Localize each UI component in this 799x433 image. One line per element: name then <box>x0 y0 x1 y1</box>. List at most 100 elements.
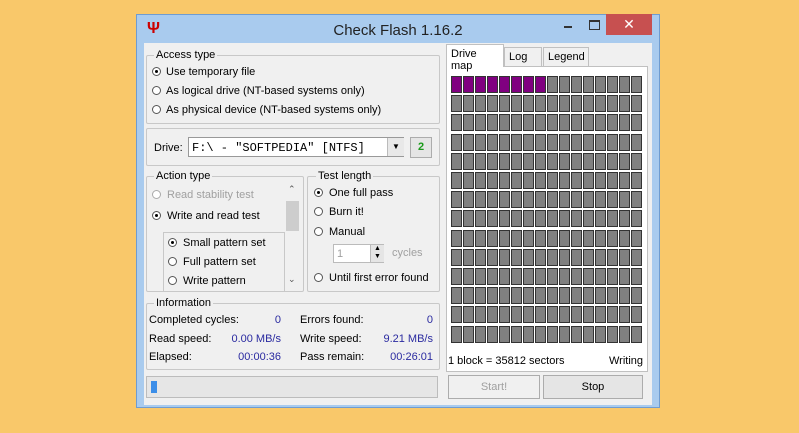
tab-log[interactable]: Log <box>504 47 542 68</box>
read-speed-value: 0.00 MB/s <box>231 333 281 345</box>
map-block <box>523 248 534 266</box>
map-block <box>451 306 462 324</box>
cycles-spinner[interactable]: 1 ▲ ▼ <box>333 244 384 263</box>
label-logical-drive[interactable]: As logical drive (NT-based systems only) <box>166 85 365 97</box>
radio-until-error[interactable] <box>314 273 323 282</box>
map-block <box>487 325 498 343</box>
map-block <box>451 95 462 113</box>
map-block <box>463 95 474 113</box>
map-block <box>463 152 474 170</box>
radio-full-pattern[interactable] <box>168 257 177 266</box>
map-block <box>607 133 618 151</box>
label-physical-device[interactable]: As physical device (NT-based systems onl… <box>166 104 381 116</box>
map-block <box>559 95 570 113</box>
map-block <box>475 114 486 132</box>
map-block <box>619 210 630 228</box>
tab-log-label: Log <box>509 51 528 63</box>
label-write-read[interactable]: Write and read test <box>167 210 260 222</box>
close-button[interactable]: ✕ <box>606 14 652 35</box>
radio-manual[interactable] <box>314 227 323 236</box>
label-until-error[interactable]: Until first error found <box>329 272 429 284</box>
map-block <box>475 268 486 285</box>
label-small-pattern[interactable]: Small pattern set <box>183 237 266 249</box>
action-type-legend: Action type <box>154 170 213 182</box>
map-block <box>607 114 618 132</box>
radio-logical-drive[interactable] <box>152 86 161 95</box>
map-block <box>451 268 462 285</box>
map-block <box>619 306 630 324</box>
label-manual[interactable]: Manual <box>329 226 365 238</box>
map-block <box>631 172 642 189</box>
radio-write-read[interactable] <box>152 211 161 220</box>
radio-small-pattern[interactable] <box>168 238 177 247</box>
radio-burn-it[interactable] <box>314 207 323 216</box>
map-block <box>451 172 462 189</box>
drive-select[interactable]: F:\ - "SOFTPEDIA" [NTFS] ▼ <box>188 137 404 157</box>
pass-remain-value: 00:26:01 <box>390 351 433 363</box>
map-block <box>535 287 546 305</box>
label-one-pass[interactable]: One full pass <box>329 187 393 199</box>
label-read-stability[interactable]: Read stability test <box>167 189 254 201</box>
map-block <box>523 191 534 209</box>
map-block <box>571 152 582 170</box>
label-write-pattern[interactable]: Write pattern <box>183 275 246 287</box>
label-burn-it[interactable]: Burn it! <box>329 206 364 218</box>
start-button[interactable]: Start! <box>448 375 540 399</box>
label-full-pattern[interactable]: Full pattern set <box>183 256 256 268</box>
map-block <box>559 172 570 189</box>
spinner-arrows-icon[interactable]: ▲ ▼ <box>370 245 384 262</box>
block-info: 1 block = 35812 sectors <box>448 355 565 367</box>
chevron-down-icon[interactable]: ▼ <box>387 138 404 156</box>
map-block <box>535 172 546 189</box>
map-block <box>523 268 534 285</box>
map-block <box>547 306 558 324</box>
map-block <box>607 95 618 113</box>
radio-write-pattern[interactable] <box>168 276 177 285</box>
map-block <box>559 306 570 324</box>
stop-button[interactable]: Stop <box>543 375 643 399</box>
map-block <box>583 325 594 343</box>
tab-drive-map[interactable]: Drive map <box>446 44 504 72</box>
radio-physical-device[interactable] <box>152 105 161 114</box>
radio-read-stability[interactable] <box>152 190 161 199</box>
minimize-button[interactable] <box>556 14 580 34</box>
map-block <box>547 325 558 343</box>
scroll-thumb[interactable] <box>286 201 299 231</box>
radio-temp-file[interactable] <box>152 67 161 76</box>
map-block-written <box>499 76 510 93</box>
scroll-down-icon[interactable]: ⌄ <box>288 274 296 285</box>
map-block <box>571 191 582 209</box>
map-block <box>559 133 570 151</box>
map-block <box>631 229 642 247</box>
map-block <box>571 325 582 343</box>
map-block <box>523 152 534 170</box>
label-temp-file[interactable]: Use temporary file <box>166 66 255 78</box>
map-block <box>475 248 486 266</box>
radio-one-pass[interactable] <box>314 188 323 197</box>
map-block <box>619 114 630 132</box>
map-block <box>559 229 570 247</box>
map-block <box>571 172 582 189</box>
map-block <box>475 152 486 170</box>
action-scrollbar[interactable]: ⌃ ⌄ <box>285 182 300 288</box>
information-legend: Information <box>154 297 214 309</box>
map-block <box>511 133 522 151</box>
map-block <box>619 191 630 209</box>
maximize-button[interactable] <box>582 14 606 34</box>
drive-map-grid <box>449 74 642 346</box>
map-block <box>547 172 558 189</box>
scroll-up-icon[interactable]: ⌃ <box>288 184 296 195</box>
map-block <box>535 133 546 151</box>
progress-bar <box>146 376 438 398</box>
map-block-written <box>463 76 474 93</box>
map-block <box>595 287 606 305</box>
map-block <box>607 191 618 209</box>
map-block <box>511 191 522 209</box>
tab-legend[interactable]: Legend <box>543 47 589 68</box>
map-block <box>511 210 522 228</box>
map-block <box>619 76 630 93</box>
refresh-button[interactable]: 2 <box>410 137 432 158</box>
map-block <box>547 268 558 285</box>
map-block <box>499 210 510 228</box>
map-block <box>487 229 498 247</box>
